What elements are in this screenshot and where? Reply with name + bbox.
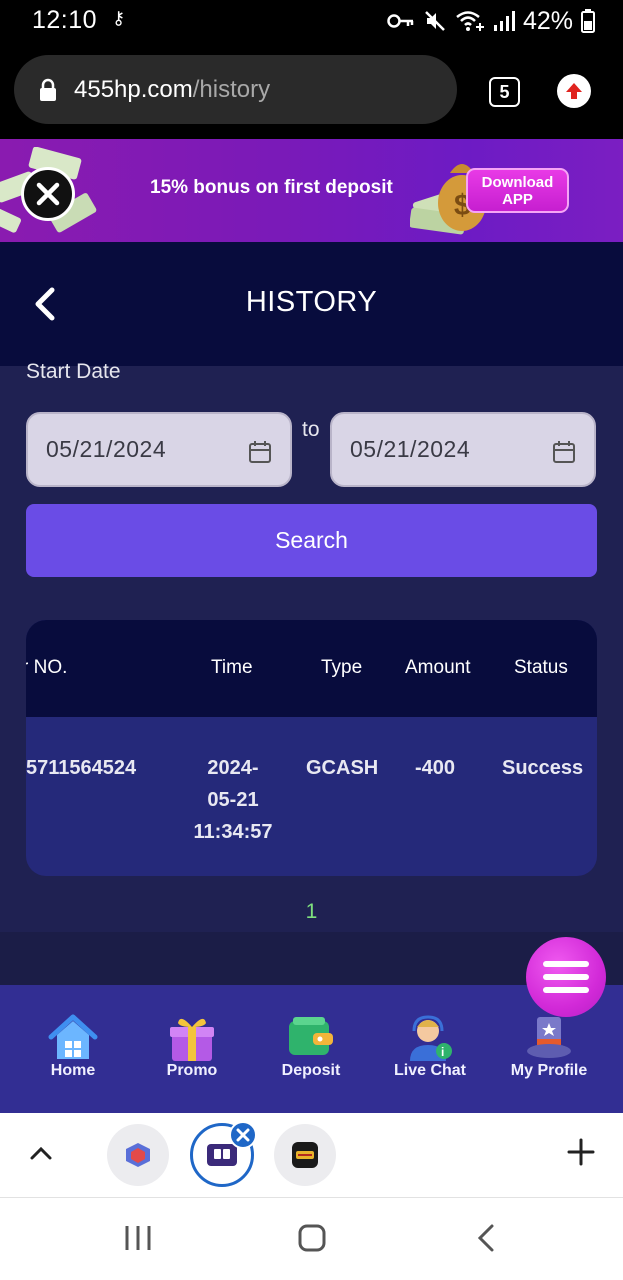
download-app-label: APP: [502, 190, 533, 208]
address-bar[interactable]: 455hp.com/history: [14, 55, 457, 124]
promo-banner[interactable]: 15% bonus on first deposit $ Download AP…: [0, 139, 623, 242]
table-header: r NO. Time Type Amount Status: [26, 620, 597, 717]
cell-time: 2024- 05-21 11:34:57: [182, 752, 284, 848]
url-path: /history: [192, 75, 271, 103]
chevron-up-icon[interactable]: [28, 1141, 54, 1167]
cell-amount: -400: [415, 757, 456, 779]
close-banner-button[interactable]: [21, 167, 75, 221]
end-date-value: 05/21/2024: [350, 436, 471, 462]
back-icon[interactable]: [475, 1223, 497, 1253]
tab-thumbnail[interactable]: [107, 1124, 169, 1186]
nav-live-chat[interactable]: i Live Chat: [370, 985, 490, 1113]
column-time: Time: [211, 657, 253, 678]
page-header: HISTORY: [0, 242, 623, 366]
wallet-icon: [289, 1017, 333, 1055]
top-hat-icon: [527, 1017, 571, 1058]
wifi-icon: [456, 11, 484, 31]
start-date-label: Start Date: [26, 360, 121, 383]
end-date-field[interactable]: 05/21/2024: [330, 412, 596, 487]
start-date-field[interactable]: 05/21/2024: [26, 412, 292, 487]
tab-switcher-button[interactable]: 5: [489, 77, 520, 107]
cell-status: Success: [502, 757, 584, 779]
close-icon: [36, 182, 60, 206]
lock-icon: [40, 78, 56, 101]
cell-order-no: 5711564524: [26, 757, 137, 779]
casino-logo-icon: [292, 1142, 318, 1168]
nav-my-profile-label: My Profile: [510, 1062, 588, 1079]
signal-icon: [493, 11, 515, 31]
calendar-icon[interactable]: [552, 440, 576, 464]
bottom-nav: Home Promo Deposit i Live Chat My Profil…: [0, 985, 623, 1113]
menu-bar: [543, 974, 589, 980]
support-agent-icon: i: [410, 1015, 452, 1061]
close-icon: [236, 1128, 250, 1142]
status-bar: 12:10 ⚷ 42%: [0, 0, 623, 44]
download-app-button[interactable]: Download APP: [466, 168, 569, 213]
nav-promo[interactable]: Promo: [132, 985, 252, 1113]
recent-apps-icon[interactable]: [123, 1224, 153, 1252]
browser-tab-strip: [0, 1113, 623, 1198]
app-logo-icon: [126, 1143, 150, 1167]
column-order-no: r NO.: [26, 657, 68, 678]
vpn-key-icon: ⚷: [112, 8, 126, 28]
battery-percent: 42%: [522, 6, 573, 35]
history-page: HISTORY Start Date 05/21/2024 to 05/21/2…: [0, 242, 623, 1113]
column-type: Type: [321, 657, 363, 678]
pagination-page[interactable]: 1: [0, 900, 623, 924]
nav-home-label: Home: [50, 1062, 96, 1079]
nav-promo-label: Promo: [166, 1062, 218, 1079]
key-icon: [387, 14, 414, 28]
cell-type: GCASH: [306, 757, 379, 779]
mute-icon: [425, 11, 445, 31]
column-amount: Amount: [405, 657, 471, 678]
close-tab-button[interactable]: [229, 1121, 257, 1149]
menu-bar: [543, 987, 589, 993]
url-text: 455hp.com/history: [74, 76, 270, 104]
nav-home[interactable]: Home: [13, 985, 133, 1113]
to-label: to: [302, 418, 320, 441]
gift-icon: [170, 1018, 214, 1061]
nav-deposit[interactable]: Deposit: [251, 985, 371, 1113]
new-tab-icon[interactable]: [566, 1137, 596, 1167]
browser-toolbar: 455hp.com/history 5: [0, 44, 623, 139]
nav-live-chat-label: Live Chat: [393, 1062, 466, 1079]
status-time: 12:10: [32, 6, 98, 34]
calendar-icon[interactable]: [248, 440, 272, 464]
promo-text: 15% bonus on first deposit: [150, 177, 393, 198]
history-table: r NO. Time Type Amount Status 5711564524…: [26, 620, 597, 876]
battery-icon: [581, 9, 595, 33]
house-icon: [48, 1014, 98, 1059]
cell-time-line: 2024-: [207, 757, 259, 779]
start-date-value: 05/21/2024: [46, 436, 167, 462]
menu-bar: [543, 961, 589, 967]
update-button[interactable]: [557, 74, 591, 108]
system-nav-bar: [0, 1198, 623, 1280]
tab-thumbnail[interactable]: [274, 1124, 336, 1186]
page-title: HISTORY: [245, 286, 378, 318]
search-button[interactable]: Search: [26, 504, 597, 577]
nav-deposit-label: Deposit: [281, 1062, 341, 1079]
column-status: Status: [514, 657, 568, 678]
svg-text:i: i: [441, 1045, 444, 1059]
home-icon[interactable]: [297, 1223, 327, 1253]
arrow-up-icon: [566, 83, 582, 99]
floating-menu-button[interactable]: [526, 937, 606, 1017]
download-label: Download: [481, 173, 554, 191]
cell-time-line: 05-21: [207, 789, 259, 811]
cell-time-line: 11:34:57: [193, 821, 273, 843]
status-indicators: 42%: [387, 4, 595, 38]
url-domain: 455hp.com: [74, 75, 193, 103]
